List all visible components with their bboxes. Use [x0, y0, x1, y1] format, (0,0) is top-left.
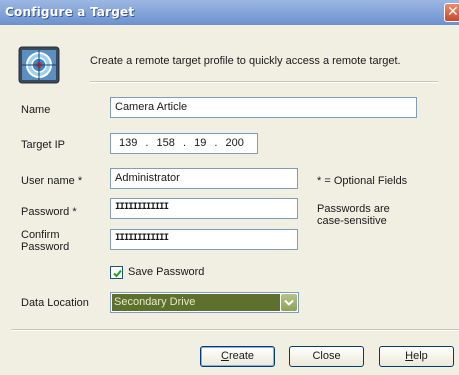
case-sensitive-note-line1: Passwords are [317, 203, 390, 215]
close-button[interactable]: Close [289, 346, 364, 367]
password-field[interactable]: IIIIIIIIIIII [110, 198, 298, 219]
help-button-mnemonic: H [405, 350, 414, 362]
save-password-label[interactable]: Save Password [128, 266, 204, 278]
ip-octet-1[interactable]: 139 [119, 137, 137, 149]
create-button-label: reate [228, 350, 255, 362]
create-button-mnemonic: C [220, 350, 229, 362]
username-label: User name * [21, 175, 83, 187]
close-window-button[interactable]: ✕ [444, 3, 459, 22]
data-location-label: Data Location [21, 297, 89, 309]
header-separator [90, 81, 438, 83]
footer-separator [11, 329, 459, 331]
confirm-password-field[interactable]: IIIIIIIIIIII [110, 229, 298, 250]
help-button-label: elp [413, 350, 428, 362]
chevron-down-icon [284, 299, 294, 306]
data-location-select[interactable]: Secondary Drive [110, 292, 299, 313]
confirm-password-label-line2: Password [21, 241, 70, 253]
intro-text: Create a remote target profile to quickl… [90, 55, 401, 67]
create-button[interactable]: Create [200, 346, 275, 367]
case-sensitive-note-line2: case-sensitive [317, 215, 387, 227]
ip-octet-4[interactable]: 200 [226, 137, 244, 149]
username-field[interactable]: Administrator [110, 168, 298, 189]
ip-separator: . [214, 137, 218, 149]
ip-separator: . [182, 137, 187, 149]
close-icon: ✕ [447, 4, 459, 20]
name-label: Name [21, 104, 51, 116]
target-ip-label: Target IP [21, 139, 66, 151]
save-password-checkbox[interactable] [110, 266, 123, 279]
title-bar[interactable]: Configure a Target ✕ [0, 0, 459, 25]
name-field[interactable]: Camera Article [110, 97, 417, 118]
ip-octet-2[interactable]: 158 [157, 137, 175, 149]
checkmark-icon [113, 269, 122, 278]
target-icon [17, 45, 61, 85]
ip-octet-3[interactable]: 19 [194, 137, 206, 149]
optional-fields-note: * = Optional Fields [317, 175, 408, 187]
ip-separator: . [145, 137, 149, 149]
window-title: Configure a Target [5, 5, 135, 19]
help-button[interactable]: Help [379, 346, 454, 367]
target-ip-field[interactable]: 139 . 158 . 19 . 200 [110, 133, 258, 154]
data-location-dropdown-button[interactable] [281, 294, 297, 311]
confirm-password-label-line1: Confirm [21, 229, 60, 241]
password-label: Password * [21, 206, 77, 218]
data-location-selected-value[interactable]: Secondary Drive [112, 294, 280, 311]
